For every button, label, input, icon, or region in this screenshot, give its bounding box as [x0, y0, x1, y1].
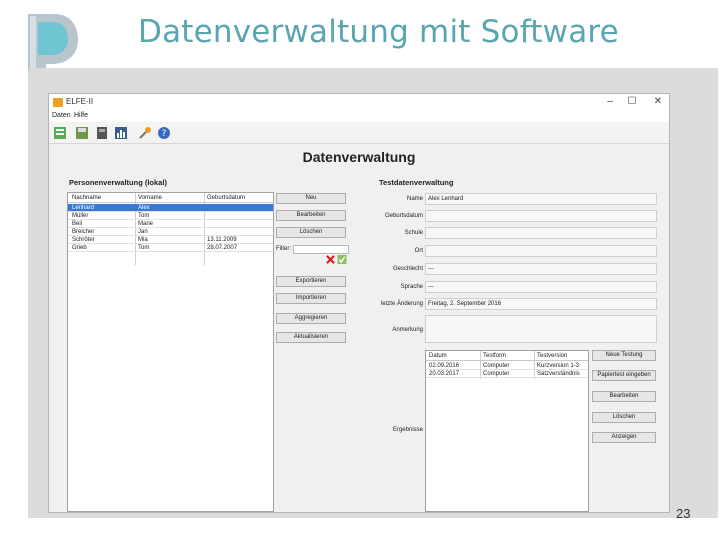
person-cell: Breicher	[72, 229, 95, 235]
result-row[interactable]: 02.09.2016 Computer Kurzversion 1-3	[426, 362, 588, 370]
test-field-label: letzte Änderung	[380, 301, 423, 307]
test-field-value[interactable]: ---	[425, 263, 657, 275]
app-window: ELFE-II – ☐ ✕ Daten Hilfe ? Datenverwalt…	[48, 93, 670, 513]
person-cell	[205, 228, 271, 236]
filter-input[interactable]	[293, 245, 349, 254]
page-number: 23	[676, 506, 691, 521]
person-cell: Alex	[138, 205, 150, 211]
person-cell: Lenhard	[72, 205, 95, 211]
person-row[interactable]: Lenhard Alex	[68, 204, 273, 212]
column-header-testform[interactable]: Testform	[481, 352, 533, 360]
tests-section-label: Testdatenverwaltung	[379, 178, 454, 187]
menu-daten[interactable]: Daten	[52, 112, 71, 119]
test-field-value[interactable]	[425, 245, 657, 257]
menu-hilfe[interactable]: Hilfe	[74, 112, 88, 119]
test-field-label: Ort	[414, 248, 423, 254]
result-cell: Kurzversion 1-3	[537, 363, 580, 369]
person-cell: Mia	[138, 237, 148, 243]
chart-icon[interactable]	[114, 126, 128, 140]
help-icon[interactable]: ?	[157, 126, 171, 140]
test-field-value[interactable]: Freitag, 2. September 2016	[425, 298, 657, 310]
export-button[interactable]: Exportieren	[276, 276, 346, 287]
results-table[interactable]: Datum Testform Testversion 02.09.2016 Com…	[425, 350, 589, 512]
person-row[interactable]: Beil Marie	[68, 220, 273, 228]
result-cell: 02.09.2016	[429, 363, 460, 369]
test-field-label: Geschlecht	[392, 266, 423, 272]
result-cell: 20.03.2017	[429, 371, 460, 377]
new-person-button[interactable]: Neu	[276, 193, 346, 204]
person-cell: Tom	[138, 245, 150, 251]
apply-filter-icon[interactable]	[337, 255, 347, 264]
result-cell: Computer	[483, 363, 510, 369]
person-cell: Tom	[138, 213, 150, 219]
new-test-button[interactable]: Neue Testung	[592, 350, 656, 361]
import-button[interactable]: Importieren	[276, 293, 346, 304]
test-field-value[interactable]	[425, 210, 657, 222]
close-button[interactable]: ✕	[645, 95, 669, 109]
person-cell: Jan	[138, 229, 148, 235]
test-field-value[interactable]: Alex Lenhard	[425, 193, 657, 205]
column-header-geburtsdatum[interactable]: Geburtsdatum	[205, 194, 271, 202]
slide-title: Datenverwaltung mit Software	[138, 14, 619, 50]
test-field-label: Sprache	[400, 284, 423, 290]
person-row[interactable]: Schröter Mia 13.11.2009	[68, 236, 273, 244]
person-row[interactable]: Breicher Jan	[68, 228, 273, 236]
column-header-datum[interactable]: Datum	[427, 352, 479, 360]
person-row[interactable]: Müller Tom	[68, 212, 273, 220]
tools-icon[interactable]	[138, 126, 152, 140]
menu-bar: Daten Hilfe	[49, 111, 669, 122]
edit-test-button[interactable]: Bearbeiten	[592, 391, 656, 402]
result-cell: Computer	[483, 371, 510, 377]
person-cell: Schröter	[72, 237, 95, 243]
column-header-vorname[interactable]: Vorname	[136, 194, 200, 202]
users-icon[interactable]	[53, 126, 67, 140]
edit-person-button[interactable]: Bearbeiten	[276, 210, 346, 221]
person-row[interactable]: Grieb Tom 28.07.2007	[68, 244, 273, 252]
window-title: ELFE-II	[66, 97, 94, 106]
test-field-value[interactable]: ---	[425, 281, 657, 293]
refresh-button[interactable]: Aktualisieren	[276, 332, 346, 343]
remarks-label: Anmerkung	[392, 327, 423, 333]
toolbar: ?	[49, 122, 669, 144]
delete-test-button[interactable]: Löschen	[592, 412, 656, 423]
column-header-nachname[interactable]: Nachname	[70, 194, 134, 202]
column-header-testversion[interactable]: Testversion	[535, 352, 587, 360]
test-field-label: Name	[406, 196, 423, 202]
test-field-value[interactable]	[425, 227, 657, 239]
delete-person-button[interactable]: Löschen	[276, 227, 346, 238]
svg-text:?: ?	[162, 129, 167, 139]
test-field-label: Schule	[404, 230, 423, 236]
result-cell: Satzverständnis	[537, 371, 580, 377]
person-cell	[205, 204, 271, 212]
clear-filter-icon[interactable]	[326, 255, 335, 264]
person-cell: 28.07.2007	[207, 245, 238, 251]
results-label: Ergebnisse	[392, 427, 423, 433]
show-test-button[interactable]: Anzeigen	[592, 432, 656, 443]
panel-heading: Datenverwaltung	[302, 149, 416, 165]
persons-table[interactable]: Nachname Vorname Geburtsdatum Lenhard Ale…	[67, 192, 274, 512]
test-field-label: Geburtsdatum	[384, 213, 423, 219]
calculator-icon[interactable]	[95, 126, 109, 140]
person-cell: Grieb	[72, 245, 87, 251]
person-cell	[205, 220, 271, 228]
person-cell: Beil	[72, 221, 83, 227]
title-bar: ELFE-II – ☐ ✕	[49, 94, 669, 111]
person-cell: Marie	[138, 221, 154, 227]
paper-test-button[interactable]: Papiertest eingeben	[592, 370, 656, 381]
result-row[interactable]: 20.03.2017 Computer Satzverständnis	[426, 370, 588, 378]
maximize-button[interactable]: ☐	[619, 95, 645, 109]
remarks-field[interactable]	[425, 315, 657, 343]
results-table-header: Datum Testform Testversion	[426, 351, 588, 361]
save-icon[interactable]	[75, 126, 89, 140]
filter-label: Filter:	[276, 246, 291, 252]
person-cell: 13.11.2009	[207, 237, 237, 243]
persons-table-header: Nachname Vorname Geburtsdatum	[68, 193, 273, 203]
aggregate-button[interactable]: Aggregieren	[276, 313, 346, 324]
person-cell	[205, 212, 271, 220]
person-cell: Müller	[72, 213, 89, 219]
app-icon	[53, 98, 63, 107]
persons-section-label: Personenverwaltung (lokal)	[69, 178, 167, 187]
